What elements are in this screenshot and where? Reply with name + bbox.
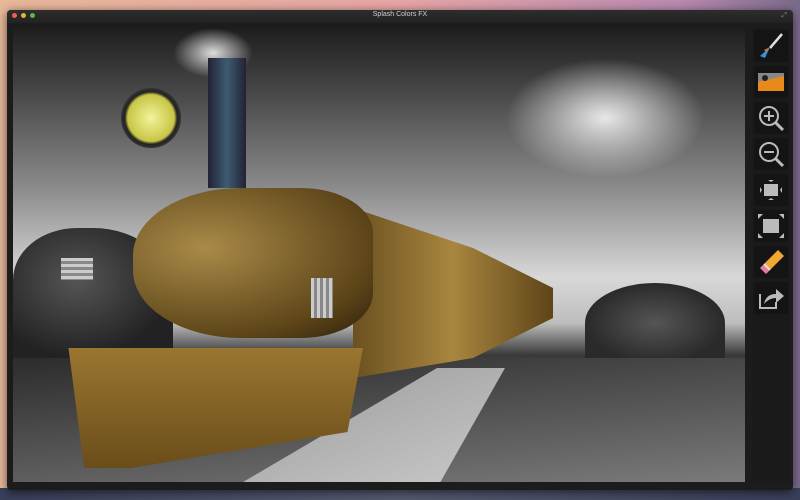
brush-tool[interactable] <box>754 30 788 62</box>
share-icon <box>759 289 784 309</box>
fit-window-icon <box>760 180 782 200</box>
zoom-in-icon <box>759 106 785 132</box>
fullscreen-arrows-icon[interactable]: ⤢ <box>781 12 787 20</box>
flag-right <box>311 278 333 318</box>
zoom-out-icon <box>759 142 785 168</box>
image-preview-icon <box>758 73 784 91</box>
eraser-icon <box>760 250 784 274</box>
smokestack <box>208 58 246 188</box>
zoom-in-button[interactable] <box>754 102 788 134</box>
locomotive-boiler <box>133 188 373 338</box>
headlamp <box>121 88 181 148</box>
title-bar: Splash Colors FX ⤢ <box>7 10 793 23</box>
fit-to-window-button[interactable] <box>754 174 788 206</box>
flag-left <box>61 258 93 280</box>
tool-sidebar <box>752 28 790 482</box>
image-canvas[interactable] <box>13 28 745 482</box>
window-title: Splash Colors FX <box>372 11 428 18</box>
trees-right <box>585 283 725 363</box>
fullscreen-icon <box>758 214 784 238</box>
paintbrush-icon <box>760 33 783 58</box>
clouds <box>505 58 705 178</box>
share-button[interactable] <box>754 282 788 314</box>
train-cars <box>353 208 553 378</box>
zoom-out-button[interactable] <box>754 138 788 170</box>
full-screen-button[interactable] <box>754 210 788 242</box>
app-window: Splash Colors FX ⤢ <box>7 10 793 490</box>
eraser-tool[interactable] <box>754 246 788 278</box>
original-image-toggle[interactable] <box>754 66 788 98</box>
